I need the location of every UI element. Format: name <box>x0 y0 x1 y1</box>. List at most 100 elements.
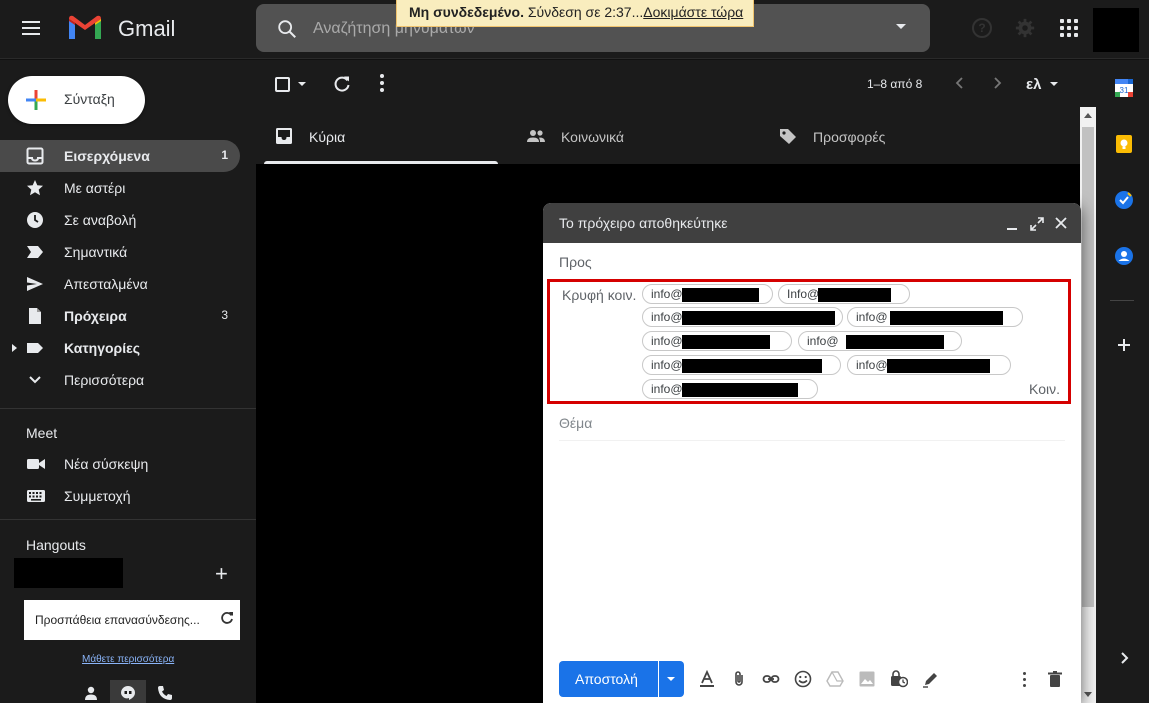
unread-count: 1 <box>221 148 228 162</box>
hangouts-bottom-bar <box>0 680 256 703</box>
recipient-chip[interactable]: info@ <box>847 355 1011 375</box>
signature-pen-icon[interactable] <box>922 670 940 688</box>
sidebar-item-starred[interactable]: Με αστέρι <box>0 172 240 204</box>
compose-button[interactable]: Σύνταξη <box>8 76 145 124</box>
gmail-logo-icon[interactable] <box>67 13 103 41</box>
more-options-icon[interactable] <box>380 74 384 92</box>
message-body[interactable] <box>559 449 1065 649</box>
recipient-chip[interactable]: info@ <box>642 331 792 351</box>
redaction <box>682 288 759 302</box>
retry-now-link[interactable]: Δοκιμάστε τώρα <box>643 4 743 20</box>
redaction <box>818 288 891 302</box>
hangouts-chat-icon[interactable] <box>120 685 136 701</box>
select-all-checkbox[interactable] <box>275 77 290 92</box>
insert-photo-icon[interactable] <box>858 670 876 688</box>
divider <box>0 408 256 409</box>
reconnect-panel[interactable]: Προσπάθεια επανασύνδεσης... <box>24 600 240 640</box>
insert-link-icon[interactable] <box>762 670 780 688</box>
important-icon <box>27 246 43 258</box>
close-icon[interactable] <box>1054 216 1068 230</box>
sidebar-item-label: Σε αναβολή <box>64 212 137 228</box>
sidebar-item-important[interactable]: Σημαντικά <box>0 236 240 268</box>
main-menu-button[interactable] <box>22 17 50 41</box>
sidebar-item-categories[interactable]: Κατηγορίες <box>0 332 240 364</box>
send-button[interactable]: Αποστολή <box>559 661 658 697</box>
select-dropdown-icon[interactable] <box>298 82 306 86</box>
meet-new-meeting[interactable]: Νέα σύσκεψη <box>0 448 240 480</box>
formatting-options-icon[interactable] <box>698 670 716 688</box>
sidebar-item-sent[interactable]: Απεσταλμένα <box>0 268 240 300</box>
attach-file-icon[interactable] <box>730 670 748 688</box>
emoji-icon[interactable] <box>794 670 812 688</box>
to-field[interactable]: Προς <box>559 243 1065 281</box>
tasks-icon[interactable] <box>1114 190 1134 210</box>
calendar-icon[interactable]: 31 <box>1114 78 1134 98</box>
compose-plus-icon <box>26 90 46 110</box>
compose-footer: Αποστολή <box>543 653 1081 703</box>
cc-toggle-link[interactable]: Κοιν. <box>1029 381 1060 397</box>
sidebar-item-more[interactable]: Περισσότερα <box>0 364 240 396</box>
more-options-icon[interactable] <box>1023 672 1027 688</box>
refresh-icon[interactable] <box>333 75 351 93</box>
account-avatar[interactable] <box>1093 8 1139 52</box>
sidebar-item-label: Κατηγορίες <box>64 340 141 356</box>
tab-promotions[interactable]: Προσφορές <box>760 107 1012 164</box>
confidential-mode-icon[interactable] <box>890 670 908 688</box>
app-name[interactable]: Gmail <box>118 16 175 42</box>
compose-header[interactable]: Το πρόχειρο αποθηκεύτηκε <box>543 203 1081 243</box>
recipient-chip[interactable]: info@ <box>642 284 773 304</box>
sidebar-item-label: Με αστέρι <box>64 180 126 196</box>
sidebar-item-snoozed[interactable]: Σε αναβολή <box>0 204 240 236</box>
recipient-chip[interactable]: info@ <box>642 307 843 327</box>
learn-more-link[interactable]: Μάθετε περισσότερα <box>82 654 174 665</box>
language-dropdown-icon[interactable] <box>1050 82 1058 86</box>
expand-icon[interactable] <box>1030 217 1044 231</box>
message-list-scrollbar[interactable] <box>1080 107 1096 703</box>
meet-join[interactable]: Συμμετοχή <box>0 480 240 512</box>
tab-social[interactable]: Κοινωνικά <box>508 107 760 164</box>
chip-text: info@ <box>651 382 683 396</box>
tab-primary[interactable]: Κύρια <box>256 107 508 164</box>
refresh-icon[interactable] <box>220 611 234 625</box>
sidebar-nav: Εισερχόμενα 1 Με αστέρι Σε αναβολή Σημαν… <box>0 140 256 396</box>
chip-text: info@ <box>651 287 683 301</box>
recipient-chip[interactable]: info@ <box>642 355 841 375</box>
recipient-chip[interactable]: Info@ <box>778 284 910 304</box>
scroll-up-icon[interactable] <box>1084 113 1092 118</box>
chevron-right-icon[interactable] <box>992 75 1004 91</box>
hangouts-user-redacted <box>14 558 123 588</box>
bcc-field[interactable]: Κρυφή κοιν. info@ Info@ info@ info@ info… <box>547 279 1071 404</box>
minimize-icon[interactable] <box>1007 228 1017 230</box>
contacts-icon[interactable] <box>83 685 99 701</box>
add-addon-plus-icon[interactable] <box>1114 335 1134 355</box>
help-icon[interactable]: ? <box>972 18 992 38</box>
sidebar-item-inbox[interactable]: Εισερχόμενα 1 <box>0 140 240 172</box>
expand-caret-icon[interactable] <box>12 344 17 352</box>
search-options-dropdown-icon[interactable] <box>896 24 906 29</box>
google-drive-icon[interactable] <box>826 670 844 688</box>
input-language-selector[interactable]: ελ <box>1026 76 1041 93</box>
recipient-chip[interactable]: info@ <box>642 379 818 399</box>
tab-label: Κοινωνικά <box>561 129 625 145</box>
add-chat-plus-icon[interactable]: + <box>215 563 228 585</box>
google-apps-icon[interactable] <box>1060 19 1078 37</box>
phone-icon[interactable] <box>157 685 173 701</box>
recipient-chip[interactable]: info@ <box>847 307 1023 327</box>
contacts-icon[interactable] <box>1114 246 1134 266</box>
keep-icon[interactable] <box>1114 134 1134 154</box>
tag-icon <box>780 129 796 144</box>
subject-field[interactable] <box>559 405 1065 441</box>
chevron-left-icon[interactable] <box>953 75 965 91</box>
recipient-chip[interactable]: info@ <box>798 331 962 351</box>
scroll-down-icon[interactable] <box>1084 692 1092 697</box>
discard-draft-trash-icon[interactable] <box>1046 670 1064 688</box>
hangouts-section-title: Hangouts <box>26 537 86 553</box>
scroll-thumb[interactable] <box>1082 127 1094 607</box>
send-options-dropdown[interactable] <box>659 661 684 697</box>
side-panel: 31 <box>1096 60 1149 703</box>
sidebar-item-drafts[interactable]: Πρόχειρα 3 <box>0 300 240 332</box>
show-side-panel-chevron-icon[interactable] <box>1114 648 1134 668</box>
subject-input[interactable] <box>559 413 1059 433</box>
search-icon[interactable] <box>276 18 298 40</box>
gear-icon[interactable] <box>1014 17 1036 39</box>
